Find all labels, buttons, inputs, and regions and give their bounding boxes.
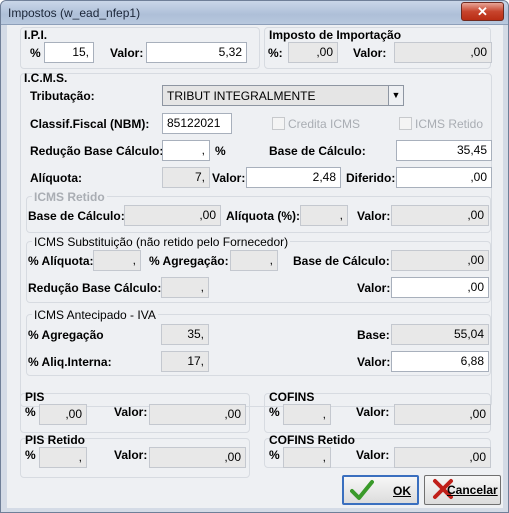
- credita-icms-label: Credita ICMS: [288, 117, 361, 131]
- classif-label: Classif.Fiscal (NBM):: [30, 117, 150, 131]
- antecipado-agregacao-field[interactable]: 35,: [161, 324, 209, 345]
- pis-retido-valor-label: Valor:: [114, 448, 148, 462]
- pis-valor-field[interactable]: ,00: [149, 404, 246, 425]
- icms-antecipado-header: ICMS Antecipado - IVA: [32, 308, 158, 322]
- st-base-field[interactable]: ,00: [391, 250, 489, 271]
- retido-aliquota-label: Alíquota (%):: [226, 209, 300, 223]
- ok-button[interactable]: OK: [342, 475, 419, 505]
- diferido-label: Diferido:: [346, 171, 396, 185]
- pis-retido-pct-label: %: [25, 448, 36, 462]
- cofins-retido-pct-field[interactable]: ,: [283, 447, 331, 468]
- reducao-label: Redução Base Cálculo:: [30, 144, 164, 158]
- ipi-valor-label: Valor:: [110, 46, 144, 60]
- antecipado-aliq-field[interactable]: 17,: [161, 351, 209, 372]
- retido-aliquota-field[interactable]: ,: [300, 205, 348, 226]
- retido-base-field[interactable]: ,00: [124, 205, 221, 226]
- antecipado-aliq-label: % Aliq.Interna:: [28, 355, 112, 369]
- importacao-header: Imposto de Importação: [269, 28, 402, 42]
- importacao-valor-field[interactable]: ,00: [394, 42, 492, 63]
- tributacao-label: Tributação:: [30, 89, 95, 103]
- credita-icms-checkbox[interactable]: [272, 117, 285, 130]
- classif-field[interactable]: 85122021: [162, 113, 232, 134]
- window-title: Impostos (w_ead_nfep1): [8, 6, 141, 20]
- dialog-body: I.P.I. % 15, Valor: 5,32 Imposto de Impo…: [7, 25, 503, 508]
- cofins-retido-valor-field[interactable]: ,00: [394, 447, 491, 468]
- st-reducao-label: Redução Base Cálculo:: [28, 281, 162, 295]
- retido-base-label: Base de Cálculo:: [28, 209, 125, 223]
- tributacao-dropdown-button[interactable]: ▼: [388, 85, 404, 106]
- st-agregacao-label: % Agregação:: [149, 254, 229, 268]
- importacao-pct-label: %:: [268, 46, 283, 60]
- ok-label: OK: [393, 484, 411, 498]
- icms-retido-header: ICMS Retido: [32, 190, 107, 204]
- retido-valor-field[interactable]: ,00: [391, 205, 489, 226]
- close-button[interactable]: ✕: [461, 2, 504, 21]
- tributacao-select[interactable]: TRIBUT INTEGRALMENTE: [162, 85, 389, 106]
- st-reducao-field[interactable]: ,: [161, 277, 209, 298]
- icms-header: I.C.M.S.: [24, 71, 68, 85]
- antecipado-agregacao-label: % Agregação: [28, 328, 104, 342]
- ipi-pct-label: %: [30, 46, 41, 60]
- st-aliquota-label: % Alíquota:: [28, 254, 94, 268]
- cofins-valor-field[interactable]: ,00: [394, 404, 491, 425]
- reducao-pct-label: %: [215, 144, 226, 158]
- importacao-valor-label: Valor:: [353, 46, 387, 60]
- cancel-label: Cancelar: [447, 483, 498, 497]
- pis-retido-header: PIS Retido: [25, 433, 86, 447]
- checkmark-icon: [350, 480, 374, 500]
- cofins-header: COFINS: [269, 390, 315, 404]
- aliquota-field[interactable]: 7,: [162, 167, 210, 188]
- antecipado-valor-label: Valor:: [357, 355, 391, 369]
- cofins-retido-header: COFINS Retido: [269, 433, 355, 447]
- st-valor-label: Valor:: [357, 281, 391, 295]
- base-calculo-field[interactable]: 35,45: [396, 140, 492, 161]
- pis-retido-pct-field[interactable]: ,: [39, 447, 87, 468]
- st-base-label: Base de Cálculo:: [293, 254, 390, 268]
- reducao-field[interactable]: ,: [162, 140, 210, 161]
- pis-header: PIS: [25, 390, 45, 404]
- icms-st-header: ICMS Substituição (não retido pelo Forne…: [32, 235, 291, 249]
- chevron-down-icon: ▼: [391, 90, 401, 100]
- pis-retido-valor-field[interactable]: ,00: [149, 447, 246, 468]
- retido-valor-label: Valor:: [357, 209, 391, 223]
- st-aliquota-field[interactable]: ,: [93, 250, 141, 271]
- ipi-header: I.P.I.: [24, 28, 48, 42]
- antecipado-valor-field[interactable]: 6,88: [391, 351, 489, 372]
- close-icon: ✕: [477, 4, 488, 19]
- icms-valor-field[interactable]: 2,48: [246, 167, 341, 188]
- cancel-button[interactable]: Cancelar: [424, 475, 501, 505]
- impostos-window: Impostos (w_ead_nfep1) ✕ I.P.I. % 15, Va…: [0, 0, 509, 513]
- cofins-pct-label: %: [269, 405, 280, 419]
- pis-pct-field[interactable]: ,00: [39, 404, 87, 425]
- icms-retido-check-label: ICMS Retido: [415, 117, 484, 131]
- ipi-valor-field[interactable]: 5,32: [146, 42, 247, 63]
- ipi-pct-field[interactable]: 15,: [44, 42, 94, 63]
- diferido-field[interactable]: ,00: [396, 167, 492, 188]
- cofins-retido-pct-label: %: [269, 448, 280, 462]
- antecipado-base-field[interactable]: 55,04: [391, 324, 489, 345]
- st-valor-field[interactable]: ,00: [391, 277, 489, 298]
- icms-valor-label: Valor:: [212, 171, 246, 185]
- pis-valor-label: Valor:: [114, 405, 148, 419]
- title-bar[interactable]: Impostos (w_ead_nfep1) ✕: [1, 1, 508, 25]
- st-agregacao-field[interactable]: ,: [230, 250, 278, 271]
- cofins-pct-field[interactable]: ,: [283, 404, 331, 425]
- base-calculo-label: Base de Cálculo:: [269, 144, 366, 158]
- cofins-retido-valor-label: Valor:: [356, 448, 390, 462]
- pis-pct-label: %: [25, 405, 36, 419]
- antecipado-base-label: Base:: [357, 328, 390, 342]
- importacao-pct-field[interactable]: ,00: [288, 42, 338, 63]
- aliquota-label: Alíquota:: [30, 171, 82, 185]
- cofins-valor-label: Valor:: [356, 405, 390, 419]
- icms-retido-checkbox[interactable]: [399, 117, 412, 130]
